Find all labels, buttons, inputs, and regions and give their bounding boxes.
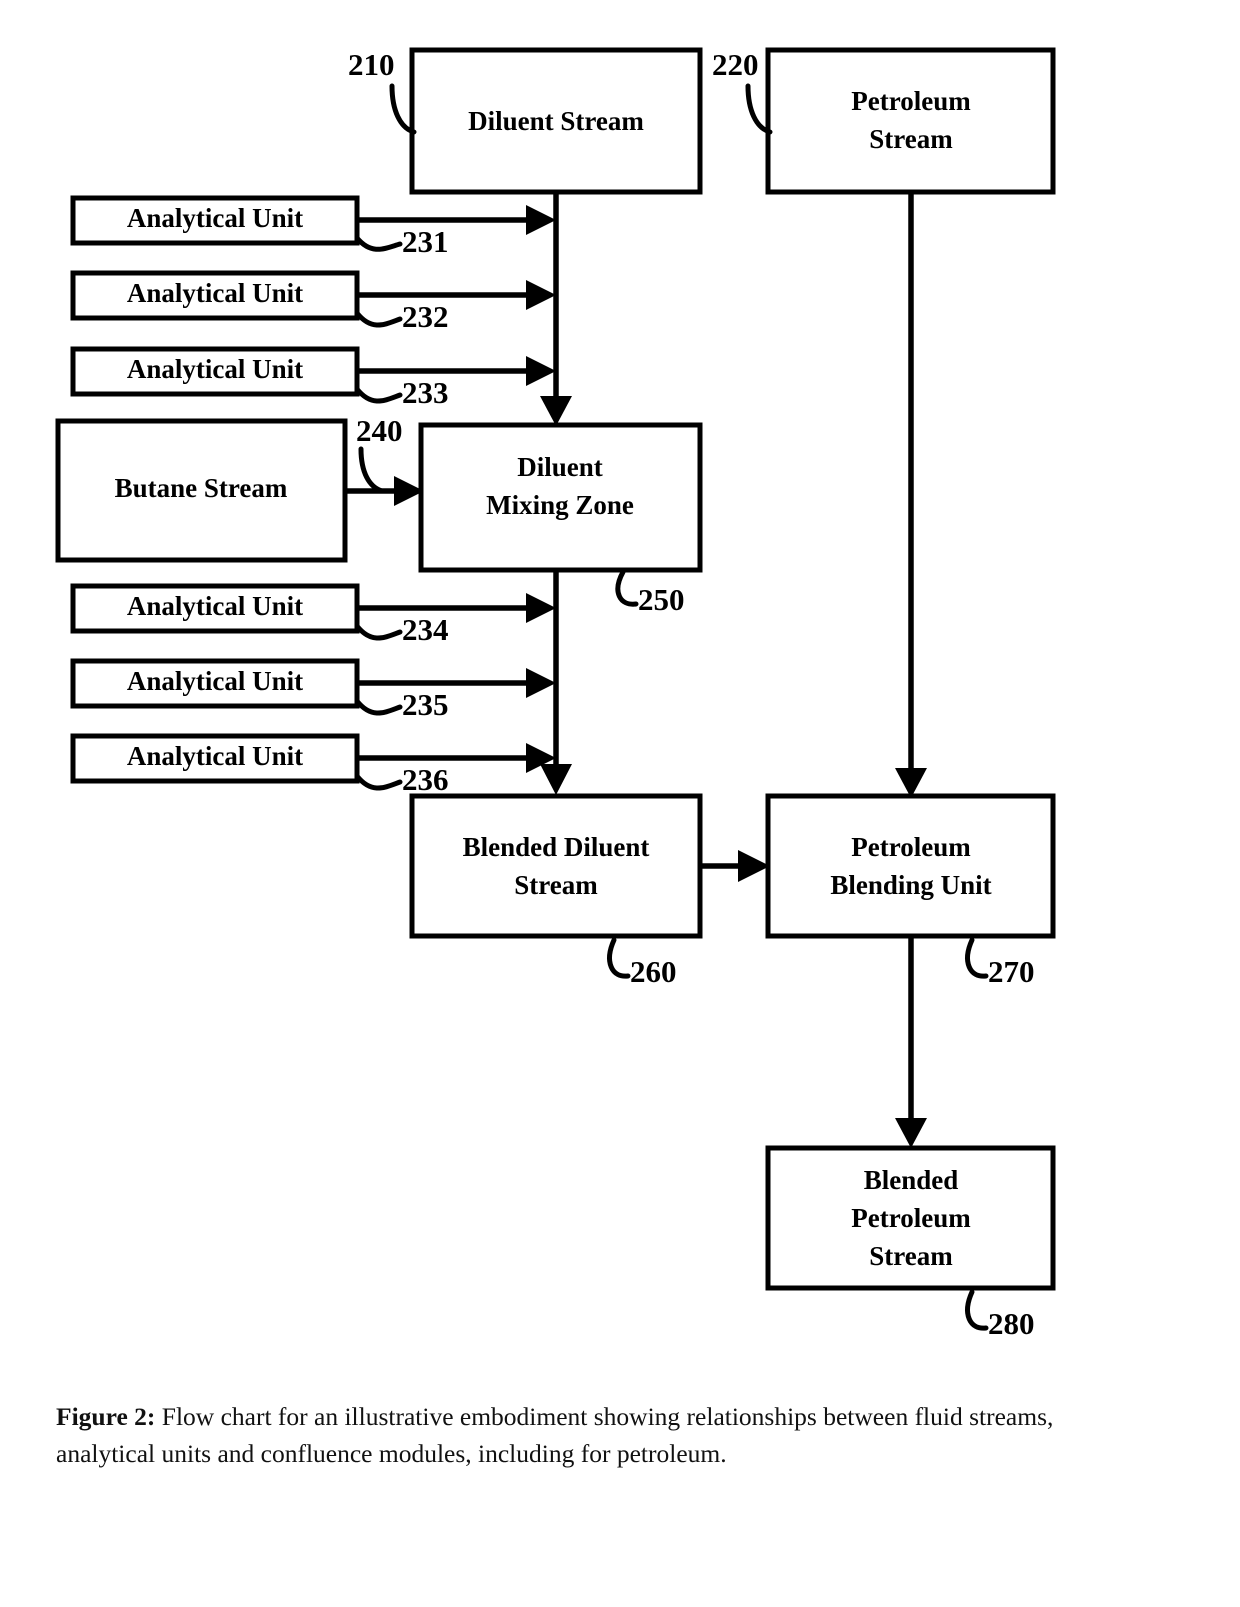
node-diluent-mixing-zone[interactable]: Diluent Mixing Zone bbox=[418, 422, 703, 573]
ref-callout-234: 234 bbox=[354, 612, 449, 647]
node-butane-stream-label: Butane Stream bbox=[115, 473, 288, 503]
node-analytical-unit-233-label: Analytical Unit bbox=[127, 354, 303, 384]
node-blended-petroleum-stream-label-line3: Stream bbox=[869, 1241, 953, 1271]
node-blended-diluent-stream-label-line2: Stream bbox=[514, 870, 598, 900]
node-diluent-stream-label: Diluent Stream bbox=[468, 106, 644, 136]
edge-blended-diluent-to-blending-unit bbox=[700, 850, 770, 882]
node-analytical-unit-233[interactable]: Analytical Unit bbox=[70, 346, 360, 397]
ref-number-236: 236 bbox=[402, 762, 449, 797]
figure-page: Diluent Stream 210 Petroleum Stream 220 … bbox=[0, 0, 1240, 1607]
figure-caption-label: Figure 2: bbox=[56, 1402, 156, 1431]
node-diluent-mixing-zone-label-line1: Diluent bbox=[517, 452, 603, 482]
figure-caption: Figure 2: Flow chart for an illustrative… bbox=[56, 1398, 1086, 1472]
node-analytical-unit-231[interactable]: Analytical Unit bbox=[70, 195, 360, 246]
ref-number-210: 210 bbox=[348, 47, 395, 82]
ref-callout-220: 220 bbox=[712, 47, 773, 135]
edge-blending-unit-to-blended-petroleum bbox=[895, 936, 927, 1148]
node-butane-stream[interactable]: Butane Stream bbox=[55, 418, 348, 563]
node-analytical-unit-235-label: Analytical Unit bbox=[127, 666, 303, 696]
node-analytical-unit-236-label: Analytical Unit bbox=[127, 741, 303, 771]
node-petroleum-stream-label-line1: Petroleum bbox=[851, 86, 971, 116]
ref-callout-236: 236 bbox=[354, 762, 449, 797]
ref-number-234: 234 bbox=[402, 612, 449, 647]
ref-number-260: 260 bbox=[630, 954, 677, 989]
edge-analytical-234-to-outlet-line bbox=[357, 593, 556, 623]
node-petroleum-stream[interactable]: Petroleum Stream bbox=[765, 47, 1056, 195]
node-blended-petroleum-stream-label-line2: Petroleum bbox=[851, 1203, 971, 1233]
edge-analytical-233-to-diluent-line bbox=[357, 356, 556, 386]
ref-callout-250: 250 bbox=[615, 569, 685, 617]
ref-number-235: 235 bbox=[402, 687, 449, 722]
edge-analytical-231-to-diluent-line bbox=[357, 205, 556, 235]
node-diluent-mixing-zone-label-line2: Mixing Zone bbox=[486, 490, 634, 520]
node-petroleum-blending-unit-label-line2: Blending Unit bbox=[830, 870, 991, 900]
ref-number-280: 280 bbox=[988, 1306, 1035, 1341]
node-analytical-unit-235[interactable]: Analytical Unit bbox=[70, 658, 360, 709]
node-petroleum-blending-unit[interactable]: Petroleum Blending Unit bbox=[765, 793, 1056, 939]
ref-number-270: 270 bbox=[988, 954, 1035, 989]
ref-number-233: 233 bbox=[402, 375, 449, 410]
ref-number-231: 231 bbox=[402, 224, 449, 259]
node-petroleum-stream-label-line2: Stream bbox=[869, 124, 953, 154]
node-analytical-unit-232-label: Analytical Unit bbox=[127, 278, 303, 308]
node-blended-diluent-stream-label-line1: Blended Diluent bbox=[463, 832, 650, 862]
edge-diluent-stream-to-mixing-zone bbox=[540, 192, 572, 426]
ref-callout-232: 232 bbox=[354, 299, 449, 334]
ref-callout-233: 233 bbox=[354, 375, 449, 410]
node-analytical-unit-232[interactable]: Analytical Unit bbox=[70, 270, 360, 321]
node-analytical-unit-234-label: Analytical Unit bbox=[127, 591, 303, 621]
edge-analytical-232-to-diluent-line bbox=[357, 280, 556, 310]
flow-chart-diagram: Diluent Stream 210 Petroleum Stream 220 … bbox=[55, 47, 1056, 1341]
ref-callout-270: 270 bbox=[965, 937, 1035, 989]
ref-callout-235: 235 bbox=[354, 687, 449, 722]
ref-number-250: 250 bbox=[638, 582, 685, 617]
ref-callout-260: 260 bbox=[607, 937, 677, 989]
node-blended-diluent-stream[interactable]: Blended Diluent Stream bbox=[409, 793, 703, 939]
ref-callout-280: 280 bbox=[965, 1289, 1035, 1341]
node-analytical-unit-234[interactable]: Analytical Unit bbox=[70, 583, 360, 634]
ref-number-232: 232 bbox=[402, 299, 449, 334]
node-blended-petroleum-stream[interactable]: Blended Petroleum Stream bbox=[765, 1145, 1056, 1291]
ref-number-220: 220 bbox=[712, 47, 759, 82]
node-blended-petroleum-stream-label-line1: Blended bbox=[864, 1165, 959, 1195]
node-diluent-stream[interactable]: Diluent Stream bbox=[409, 47, 703, 195]
ref-callout-210: 210 bbox=[348, 47, 417, 135]
figure-caption-text: Flow chart for an illustrative embodimen… bbox=[56, 1402, 1054, 1469]
node-analytical-unit-236[interactable]: Analytical Unit bbox=[70, 733, 360, 784]
node-analytical-unit-231-label: Analytical Unit bbox=[127, 203, 303, 233]
ref-number-240: 240 bbox=[356, 413, 403, 448]
edge-analytical-236-to-outlet-line bbox=[357, 743, 556, 773]
ref-callout-231: 231 bbox=[354, 224, 449, 259]
edge-petroleum-stream-to-blending-unit bbox=[895, 192, 927, 798]
node-petroleum-blending-unit-label-line1: Petroleum bbox=[851, 832, 971, 862]
edge-analytical-235-to-outlet-line bbox=[357, 668, 556, 698]
